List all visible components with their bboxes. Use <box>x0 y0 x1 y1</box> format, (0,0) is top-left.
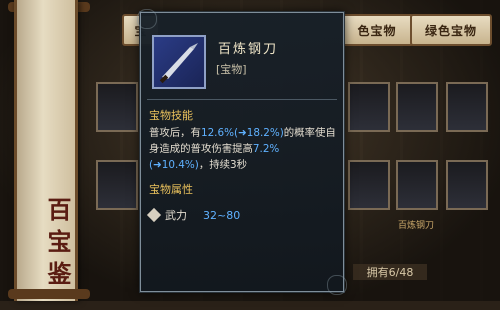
owned-count: 拥有6/48 <box>353 264 427 280</box>
slot-label: 百炼钢刀 <box>398 221 435 231</box>
divider <box>147 99 337 100</box>
item-slot[interactable] <box>446 160 488 210</box>
item-name: 百炼钢刀 <box>218 42 279 57</box>
item-slot[interactable] <box>446 82 488 132</box>
attr-value: 32~80 <box>203 208 241 222</box>
item-slot[interactable] <box>348 82 390 132</box>
skill-title: 宝物技能 <box>149 109 193 122</box>
item-type: [宝物] <box>216 63 247 76</box>
item-tooltip: 百炼钢刀 [宝物] 宝物技能 普攻后，有12.6%(➜18.2%)的概率使自身造… <box>137 9 347 295</box>
blade-icon <box>152 35 206 89</box>
tab-color-treasure[interactable]: 色宝物 <box>340 14 414 46</box>
side-scroll: 百宝鉴 <box>14 0 78 301</box>
item-slot[interactable] <box>96 160 138 210</box>
scroll-rod-bottom <box>8 289 90 299</box>
skill-description: 普攻后，有12.6%(➜18.2%)的概率使自身造成的普攻伤害提高7.2%(➜1… <box>149 127 336 171</box>
corner-ornament <box>137 9 157 29</box>
item-slot[interactable] <box>396 160 438 210</box>
attr-row: 武力 32~80 <box>146 207 241 223</box>
attr-title: 宝物属性 <box>149 183 193 196</box>
item-slot[interactable] <box>348 160 390 210</box>
item-slot[interactable] <box>396 82 438 132</box>
item-slot[interactable] <box>96 82 138 132</box>
sword-icon <box>146 207 162 223</box>
corner-ornament <box>327 275 347 295</box>
tab-green-treasure[interactable]: 绿色宝物 <box>410 14 492 46</box>
attr-name: 武力 <box>165 209 187 222</box>
